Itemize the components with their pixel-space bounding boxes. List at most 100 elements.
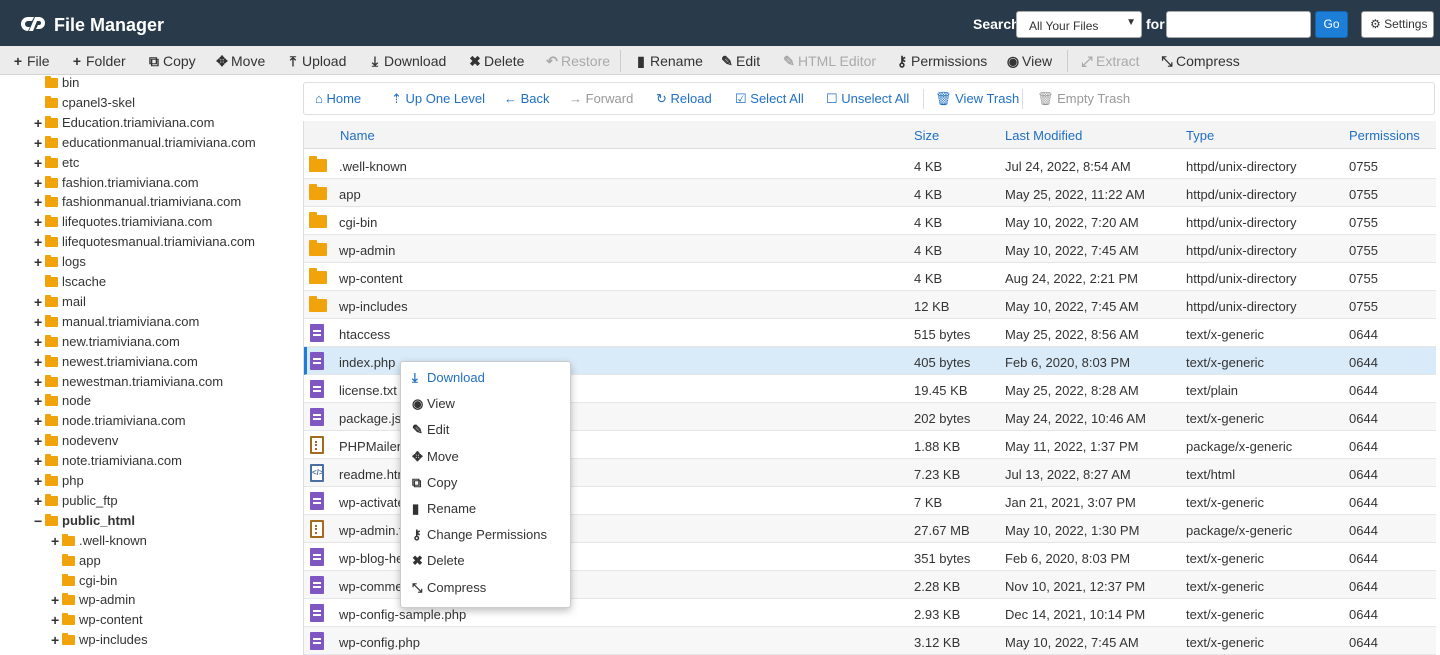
toolbar-button-label: Move bbox=[231, 53, 266, 69]
tree-item-label: node bbox=[62, 393, 91, 409]
toolbar-download-button[interactable]: ⤓ Download bbox=[368, 53, 446, 70]
expand-icon[interactable]: + bbox=[34, 214, 44, 230]
nav-button-label: Back bbox=[520, 91, 550, 106]
toolbar-permissions-button[interactable]: ⚷ Permissions bbox=[895, 53, 987, 70]
toolbar-edit-button[interactable]: ✎ Edit bbox=[720, 53, 760, 70]
toolbar-button-label: Upload bbox=[302, 53, 347, 69]
tree-item-label: node.triamiviana.com bbox=[62, 413, 186, 429]
file-size: 19.45 KB bbox=[914, 383, 968, 398]
file-icon bbox=[310, 492, 324, 510]
nav-up-one-level-button[interactable]: ⇡ Up One Level bbox=[391, 91, 485, 107]
file-modified: May 25, 2022, 8:56 AM bbox=[1005, 327, 1139, 342]
table-row[interactable]: cgi-bin 4 KB May 10, 2022, 7:20 AM httpd/un… bbox=[304, 207, 1436, 235]
table-row[interactable]: wp-content 4 KB Aug 24, 2022, 2:21 PM httpd… bbox=[304, 263, 1436, 291]
file-name: wp-admin.t bbox=[339, 523, 403, 538]
table-row[interactable]: .well-known 4 KB Jul 24, 2022, 8:54 AM http… bbox=[304, 151, 1436, 179]
expand-icon[interactable]: + bbox=[34, 393, 44, 409]
toolbar-compress-button[interactable]: ⤡ Compress bbox=[1160, 53, 1239, 70]
column-header-type[interactable]: Type bbox=[1186, 128, 1214, 143]
expand-icon[interactable]: + bbox=[34, 234, 44, 250]
file-size: 202 bytes bbox=[914, 411, 971, 426]
column-header-permissions[interactable]: Permissions bbox=[1349, 128, 1420, 143]
checkbox-checked-icon: ☑ bbox=[735, 91, 751, 106]
file-modified: May 10, 2022, 7:45 AM bbox=[1005, 635, 1139, 650]
table-row[interactable]: wp-admin 4 KB May 10, 2022, 7:45 AM httpd/u… bbox=[304, 235, 1436, 263]
expand-icon[interactable]: + bbox=[34, 115, 44, 131]
context-download-item[interactable]: ⤓ Download bbox=[412, 370, 485, 386]
nav-view-trash-button[interactable]: 🗑 View Trash bbox=[935, 91, 1019, 107]
expand-icon[interactable]: + bbox=[51, 592, 61, 608]
tree-item-label: newest.triamiviana.com bbox=[62, 353, 198, 369]
toolbar-rename-button[interactable]: ▮ Rename bbox=[634, 53, 703, 70]
settings-button[interactable]: ⚙ Settings bbox=[1361, 11, 1434, 38]
file-modified: May 11, 2022, 1:37 PM bbox=[1005, 439, 1139, 454]
column-header-last-modified[interactable]: Last Modified bbox=[1005, 128, 1082, 143]
expand-icon[interactable]: + bbox=[34, 314, 44, 330]
column-header-name[interactable]: Name bbox=[340, 128, 375, 143]
context-delete-item[interactable]: ✖ Delete bbox=[412, 553, 465, 569]
expand-icon[interactable]: + bbox=[34, 473, 44, 489]
nav-reload-button[interactable]: ↻ Reload bbox=[656, 91, 712, 107]
file-name: wp-includes bbox=[339, 299, 408, 314]
expand-icon[interactable]: + bbox=[34, 453, 44, 469]
nav-back-button[interactable]: ← Back bbox=[504, 91, 550, 106]
nav-select-all-button[interactable]: ☑ Select All bbox=[735, 91, 804, 107]
expand-icon[interactable]: + bbox=[34, 194, 44, 210]
expand-icon[interactable]: + bbox=[34, 413, 44, 429]
expand-icon[interactable]: + bbox=[51, 632, 61, 648]
nav-unselect-all-button[interactable]: ☐ Unselect All bbox=[826, 91, 909, 107]
context-move-item[interactable]: ✥ Move bbox=[412, 449, 459, 465]
context-change-permissions-item[interactable]: ⚷ Change Permissions bbox=[412, 527, 547, 543]
table-row[interactable]: htaccess 515 bytes May 25, 2022, 8:56 AM te… bbox=[304, 319, 1436, 347]
nav-button-label: Home bbox=[326, 91, 362, 106]
expand-icon[interactable]: + bbox=[34, 155, 44, 171]
expand-icon[interactable]: + bbox=[51, 533, 61, 549]
chevron-down-icon: ▼ bbox=[1126, 17, 1136, 28]
toolbar-folder-button[interactable]: + Folder bbox=[70, 53, 126, 69]
expand-icon[interactable]: + bbox=[34, 374, 44, 390]
search-input[interactable] bbox=[1166, 11, 1311, 38]
file-modified: Jul 13, 2022, 8:27 AM bbox=[1005, 467, 1131, 482]
context-menu: ⤓ Download ◉ View ✎ Edit ✥ Move ⧉ Copy ▮ Rename ⚷ Cha… bbox=[400, 361, 571, 608]
tree-item-label: logs bbox=[62, 254, 86, 270]
file-type: text/x-generic bbox=[1186, 551, 1265, 566]
table-row[interactable]: app 4 KB May 25, 2022, 11:22 AM httpd/unix-… bbox=[304, 179, 1436, 207]
plus-icon: + bbox=[13, 53, 23, 69]
tree-item-label: wp-admin bbox=[79, 592, 136, 608]
toolbar-move-button[interactable]: ✥ Move bbox=[215, 53, 265, 70]
folder-icon bbox=[45, 374, 58, 387]
toolbar-file-button[interactable]: + File bbox=[11, 53, 50, 69]
expand-icon[interactable]: + bbox=[34, 493, 44, 509]
context-rename-item[interactable]: ▮ Rename bbox=[412, 501, 476, 517]
search-scope-select[interactable]: All Your Files ▼ bbox=[1016, 11, 1142, 38]
toolbar-view-button[interactable]: ◉ View bbox=[1006, 53, 1052, 70]
toolbar-upload-button[interactable]: ⤒ Upload bbox=[286, 53, 346, 70]
expand-icon[interactable]: + bbox=[34, 175, 44, 191]
expand-icon[interactable]: + bbox=[51, 612, 61, 628]
go-button[interactable]: Go bbox=[1315, 11, 1348, 38]
collapse-icon[interactable]: − bbox=[34, 513, 44, 529]
folder-icon bbox=[45, 414, 58, 427]
expand-icon[interactable]: + bbox=[34, 294, 44, 310]
expand-icon[interactable]: + bbox=[34, 433, 44, 449]
folder-icon bbox=[309, 184, 327, 200]
context-edit-item[interactable]: ✎ Edit bbox=[412, 422, 449, 438]
context-view-item[interactable]: ◉ View bbox=[412, 396, 455, 412]
search-label: Search bbox=[973, 16, 1020, 32]
column-header-size[interactable]: Size bbox=[914, 128, 939, 143]
nav-empty-trash-button: 🗑 Empty Trash bbox=[1037, 91, 1130, 107]
nav-home-button[interactable]: ⌂ Home bbox=[315, 91, 361, 106]
key-icon: ⚷ bbox=[412, 527, 422, 543]
expand-icon[interactable]: + bbox=[34, 334, 44, 350]
context-copy-item[interactable]: ⧉ Copy bbox=[412, 475, 457, 491]
file-type: text/x-generic bbox=[1186, 607, 1265, 622]
toolbar-copy-button[interactable]: ⧉ Copy bbox=[147, 53, 196, 70]
context-compress-item[interactable]: ⤡ Compress bbox=[412, 580, 486, 596]
table-row[interactable]: wp-includes 12 KB May 10, 2022, 7:45 AM htt… bbox=[304, 291, 1436, 319]
file-name: wp-activate bbox=[339, 495, 405, 510]
toolbar-delete-button[interactable]: ✖ Delete bbox=[468, 53, 524, 70]
expand-icon[interactable]: + bbox=[34, 354, 44, 370]
expand-icon[interactable]: + bbox=[34, 254, 44, 270]
table-row[interactable]: wp-config.php 3.12 KB May 10, 2022, 7:45 A… bbox=[304, 627, 1436, 655]
expand-icon[interactable]: + bbox=[34, 135, 44, 151]
